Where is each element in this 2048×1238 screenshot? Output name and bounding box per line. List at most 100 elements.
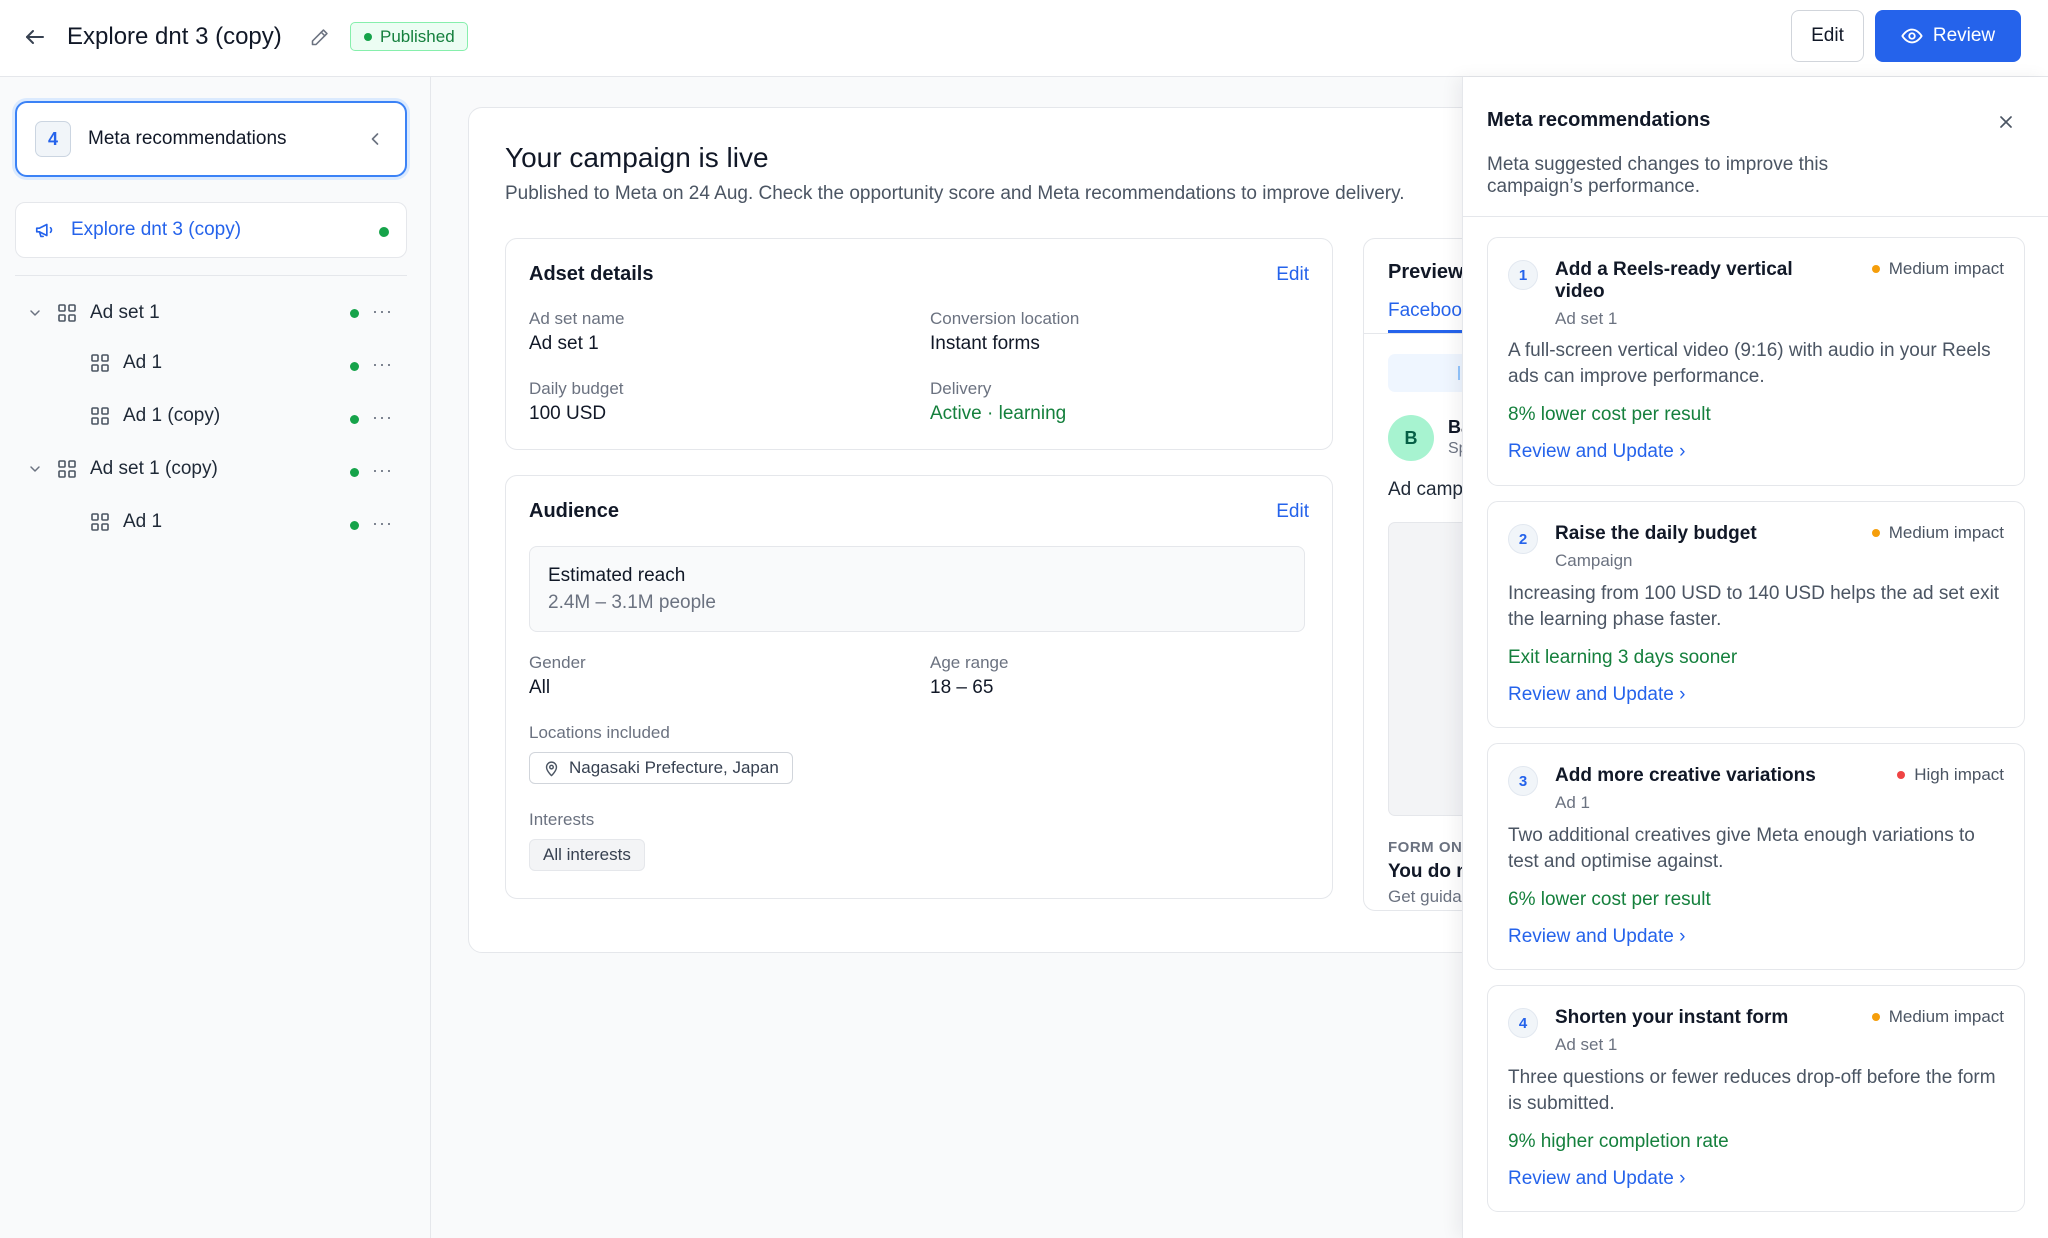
close-icon[interactable] <box>1993 109 2019 135</box>
megaphone-icon <box>34 219 56 241</box>
impact-badge: Medium impact <box>1871 259 2004 279</box>
tree-item-ad[interactable]: Ad 1 (copy) <box>90 396 220 436</box>
tree-item-label: Ad 1 <box>123 352 163 373</box>
review-button-label: Review <box>1932 25 1996 46</box>
impact-badge: High impact <box>1897 765 2004 785</box>
locations-label: Locations included <box>529 723 670 742</box>
preview-form-label: FORM ON <box>1388 839 1463 856</box>
preview-ad-text: Ad camp <box>1388 479 1463 500</box>
recommendation-scope: Ad 1 <box>1555 793 1590 812</box>
tree-item-ad[interactable]: Ad 1 <box>90 502 162 542</box>
campaign-live-subtitle: Published to Meta on 24 Aug. Check the o… <box>505 183 1405 204</box>
more-options-icon[interactable]: ··· <box>372 354 393 375</box>
gender-value: All <box>529 677 551 698</box>
impact-dot <box>1871 529 1880 537</box>
age-range-value: 18 – 65 <box>930 677 994 698</box>
interests-chip: All interests <box>529 839 645 871</box>
tree-item-label: Ad 1 (copy) <box>123 405 221 426</box>
recommendations-toggle[interactable]: 4 Meta recommendations <box>15 101 407 177</box>
recommendation-benefit: 9% higher completion rate <box>1508 1131 1729 1152</box>
recommendation-scope: Ad set 1 <box>1555 309 1618 328</box>
page-title: Explore dnt 3 (copy) <box>67 23 282 50</box>
impact-label: Medium impact <box>1888 1007 2004 1026</box>
recommendation-benefit: 6% lower cost per result <box>1508 889 1711 910</box>
grid-icon <box>91 354 109 372</box>
review-and-update-link[interactable]: Review and Update › <box>1508 1168 1685 1190</box>
audience-title: Audience <box>529 500 620 522</box>
tree-status-dot <box>350 415 359 424</box>
gender-label: Gender <box>529 653 586 672</box>
recommendation-title: Raise the daily budget <box>1555 523 1757 544</box>
back-arrow-icon[interactable] <box>18 20 52 54</box>
tree-item-adset[interactable]: Ad set 1 <box>25 293 160 333</box>
delivery-label: Delivery <box>930 379 992 398</box>
eye-icon <box>1901 28 1923 44</box>
impact-badge: Medium impact <box>1871 523 2004 543</box>
impact-dot <box>1871 1013 1880 1021</box>
campaign-name: Explore dnt 3 (copy) <box>71 219 242 240</box>
tree-item-label: Ad 1 <box>123 511 163 532</box>
recommendation-description: Three questions or fewer reduces drop-of… <box>1508 1067 1996 1114</box>
recommendation-card: 1 Add a Reels-ready vertical video Ad se… <box>1487 237 2025 486</box>
recommendation-description: Two additional creatives give Meta enoug… <box>1508 825 1975 872</box>
preview-form-subtitle: Get guida <box>1388 887 1462 906</box>
recommendation-number: 4 <box>1508 1008 1538 1038</box>
recommendation-scope: Campaign <box>1555 551 1633 570</box>
review-and-update-link[interactable]: Review and Update › <box>1508 926 1685 948</box>
impact-dot <box>1871 265 1880 273</box>
more-options-icon[interactable]: ··· <box>372 407 393 428</box>
chevron-left-icon[interactable] <box>365 129 385 154</box>
tab-facebook[interactable]: Facebook <box>1388 300 1471 322</box>
adset-edit-link[interactable]: Edit <box>1276 264 1309 286</box>
campaign-live-title: Your campaign is live <box>505 142 769 173</box>
location-chip-label: Nagasaki Prefecture, Japan <box>569 758 779 777</box>
tree-item-ad[interactable]: Ad 1 <box>90 343 162 383</box>
impact-badge: Medium impact <box>1871 1007 2004 1027</box>
audience-card: Audience Edit Estimated reach 2.4M – 3.1… <box>505 475 1333 899</box>
impact-label: Medium impact <box>1888 259 2004 278</box>
recommendation-number: 2 <box>1508 524 1538 554</box>
interests-chip-label: All interests <box>543 845 631 864</box>
daily-budget-value: 100 USD <box>529 403 607 424</box>
more-options-icon[interactable]: ··· <box>372 301 393 322</box>
adset-details-title: Adset details <box>529 263 654 285</box>
sidebar-item-campaign[interactable]: Explore dnt 3 (copy) <box>15 202 407 258</box>
impact-label: Medium impact <box>1888 523 2004 542</box>
review-and-update-link[interactable]: Review and Update › <box>1508 441 1685 463</box>
edit-button[interactable]: Edit <box>1791 10 1864 62</box>
chevron-down-icon[interactable] <box>25 303 45 323</box>
tree-status-dot <box>350 362 359 371</box>
recommendation-number: 1 <box>1508 260 1538 290</box>
conversion-location-label: Conversion location <box>930 309 1080 328</box>
impact-label: High impact <box>1914 765 2004 784</box>
recommendation-card: 2 Raise the daily budget Campaign Medium… <box>1487 501 2025 728</box>
grid-icon <box>58 304 76 322</box>
more-options-icon[interactable]: ··· <box>372 513 393 534</box>
ad-set-name-value: Ad set 1 <box>529 333 599 354</box>
status-label: Published <box>380 26 455 46</box>
chevron-down-icon[interactable] <box>25 459 45 479</box>
recommendation-title: Add more creative variations <box>1555 765 1816 786</box>
pencil-icon[interactable] <box>306 24 332 50</box>
more-options-icon[interactable]: ··· <box>372 460 393 481</box>
location-chip: Nagasaki Prefecture, Japan <box>529 752 793 784</box>
adset-details-card: Adset details Edit Ad set name Ad set 1 … <box>505 238 1333 450</box>
panel-description: Meta suggested changes to improve this c… <box>1487 154 1829 197</box>
daily-budget-label: Daily budget <box>529 379 624 398</box>
recommendation-number: 3 <box>1508 766 1538 796</box>
tree-item-label: Ad set 1 <box>90 302 160 323</box>
grid-icon <box>91 407 109 425</box>
review-button[interactable]: Review <box>1875 10 2021 62</box>
status-dot <box>364 32 372 41</box>
recommendations-count-badge: 4 <box>35 121 71 157</box>
preview-form-title: You do n <box>1388 861 1468 882</box>
tree-status-dot <box>350 309 359 318</box>
interests-label: Interests <box>529 810 595 829</box>
tree-status-dot <box>350 521 359 530</box>
panel-title: Meta recommendations <box>1487 109 1711 131</box>
review-and-update-link[interactable]: Review and Update › <box>1508 684 1685 706</box>
tree-item-adset[interactable]: Ad set 1 (copy) <box>25 449 218 489</box>
audience-edit-link[interactable]: Edit <box>1276 501 1309 523</box>
tree-item-label: Ad set 1 (copy) <box>90 458 218 479</box>
impact-dot <box>1897 771 1906 779</box>
